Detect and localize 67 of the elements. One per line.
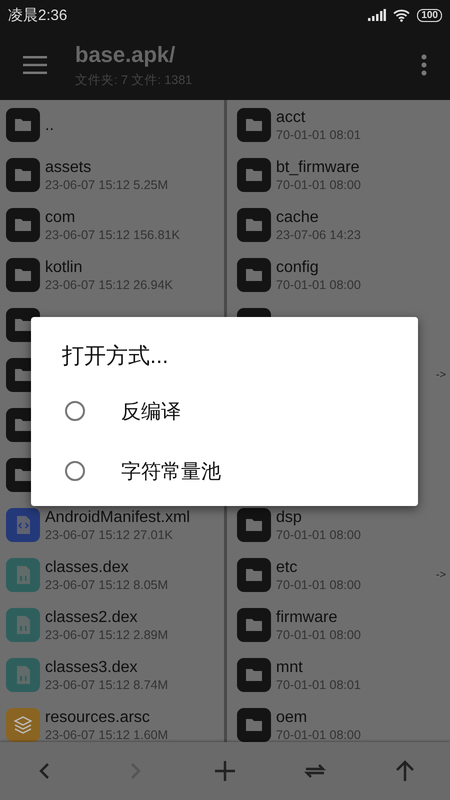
layers-file-icon <box>6 708 40 742</box>
file-details: 70-01-01 08:01 <box>276 676 362 692</box>
folder-icon <box>237 658 271 692</box>
radio-button[interactable] <box>65 461 85 481</box>
folder-icon <box>237 258 271 292</box>
file-details: 23-06-07 15:12 1.60M <box>45 726 170 742</box>
dialog-title: 打开方式... <box>62 342 170 370</box>
more-options-icon[interactable] <box>421 54 427 76</box>
file-details: 23-06-07 15:12 2.89M <box>45 626 170 642</box>
battery-level: 100 <box>417 8 442 22</box>
path-title: base.apk/ <box>75 42 176 68</box>
file-name[interactable]: com <box>45 208 224 226</box>
folder-icon <box>237 558 271 592</box>
file-details: 23-06-07 15:12 156.81K <box>45 226 181 242</box>
file-details: 70-01-01 08:00 <box>276 276 362 292</box>
file-details: 23-06-07 15:12 8.05M <box>45 576 170 592</box>
file-name[interactable]: .. <box>45 116 224 134</box>
folder-icon <box>6 258 40 292</box>
file-name[interactable]: resources.arsc <box>45 708 224 726</box>
folder-icon <box>237 508 271 542</box>
folder-icon <box>6 158 40 192</box>
file-details: 70-01-01 08:00 <box>276 176 362 192</box>
file-name[interactable]: mnt <box>276 658 450 676</box>
radio-button[interactable] <box>65 401 85 421</box>
file-details: 70-01-01 08:00 <box>276 526 362 542</box>
file-name[interactable]: kotlin <box>45 258 224 276</box>
file-name[interactable]: etc <box>276 558 436 576</box>
symlink-arrow: -> <box>436 569 446 581</box>
option-label[interactable]: 反编译 <box>121 398 181 424</box>
folder-icon <box>237 108 271 142</box>
plus-icon <box>212 758 238 784</box>
file-name[interactable]: bt_firmware <box>276 158 450 176</box>
file-name[interactable]: config <box>276 258 450 276</box>
option-label[interactable]: 字符常量池 <box>121 458 221 484</box>
file-details: 70-01-01 08:01 <box>276 126 362 142</box>
file-name[interactable]: classes3.dex <box>45 658 224 676</box>
binary-file-icon <box>6 608 40 642</box>
binary-file-icon <box>6 658 40 692</box>
file-name[interactable]: classes2.dex <box>45 608 224 626</box>
folder-icon <box>237 208 271 242</box>
signal-icon <box>368 9 386 21</box>
file-details: 23-06-07 15:12 8.74M <box>45 676 170 692</box>
file-details: 23-06-07 15:12 5.25M <box>45 176 170 192</box>
code-file-icon <box>6 508 40 542</box>
folder-icon <box>6 108 40 142</box>
status-time: 凌晨2:36 <box>8 6 68 24</box>
folder-icon <box>237 608 271 642</box>
file-name[interactable]: dsp <box>276 508 450 526</box>
symlink-arrow: -> <box>436 369 446 381</box>
file-details: 70-01-01 08:00 <box>276 726 362 742</box>
file-name[interactable]: cache <box>276 208 450 226</box>
folder-icon <box>237 158 271 192</box>
file-name[interactable]: firmware <box>276 608 450 626</box>
folder-icon <box>6 208 40 242</box>
file-name[interactable]: oem <box>276 708 450 726</box>
file-details: 23-06-07 15:12 27.01K <box>45 526 174 542</box>
file-name[interactable]: acct <box>276 108 450 126</box>
menu-icon[interactable] <box>23 56 47 74</box>
file-details: 23-06-07 15:12 26.94K <box>45 276 174 292</box>
binary-file-icon <box>6 558 40 592</box>
file-details: 70-01-01 08:00 <box>276 626 362 642</box>
file-name[interactable]: assets <box>45 158 224 176</box>
file-details: 23-07-06 14:23 <box>276 226 362 242</box>
file-name[interactable]: classes.dex <box>45 558 224 576</box>
wifi-icon <box>393 8 410 22</box>
file-details: 70-01-01 08:00 <box>276 576 362 592</box>
file-name[interactable]: AndroidManifest.xml <box>45 508 224 526</box>
